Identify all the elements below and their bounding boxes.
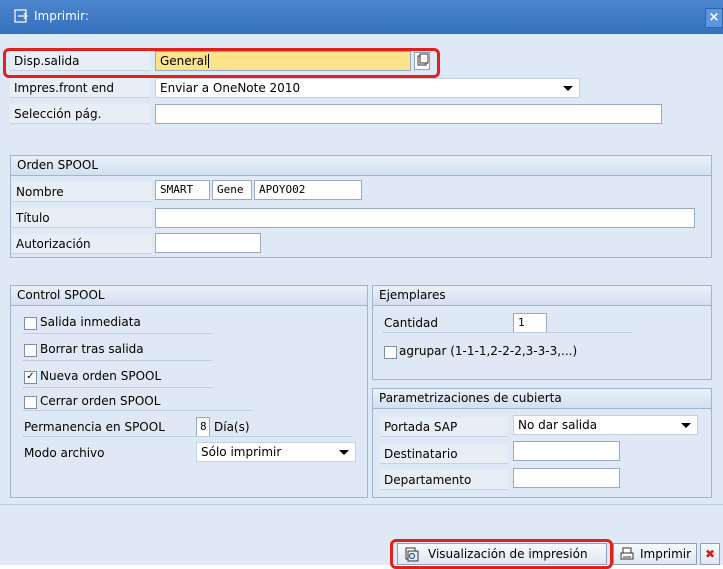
checkmark-icon: ✓ (26, 371, 35, 382)
divider (22, 436, 352, 437)
new-spool-request-label: Nueva orden SPOOL (40, 369, 162, 383)
footer-divider (0, 504, 723, 505)
group-copies-checkbox[interactable] (384, 346, 397, 359)
frontend-printer-value: Enviar a OneNote 2010 (160, 81, 301, 95)
new-spool-request-checkbox[interactable]: ✓ (24, 371, 37, 384)
print-dialog-icon (14, 9, 28, 23)
close-button[interactable]: × (705, 8, 723, 28)
frontend-printer-dropdown[interactable]: Enviar a OneNote 2010 (155, 78, 580, 98)
retention-unit: Día(s) (214, 420, 250, 434)
archive-mode-label: Modo archivo (24, 446, 105, 460)
spool-control-title: Control SPOOL (11, 286, 367, 306)
divider (22, 387, 212, 388)
quantity-input[interactable]: 1 (513, 313, 547, 333)
cancel-icon: ✖ (704, 547, 716, 561)
window-title: Imprimir: (34, 9, 89, 23)
cover-settings-title: Parametrizaciones de cubierta (373, 389, 711, 409)
name-label: Nombre (12, 182, 152, 202)
retention-label: Permanencia en SPOOL (24, 420, 165, 434)
name-part-2[interactable]: Gene (212, 180, 252, 200)
delete-after-output-label: Borrar tras salida (40, 342, 144, 356)
print-button[interactable]: Imprimir (613, 543, 697, 565)
recipient-label: Destinatario (380, 444, 508, 464)
cancel-button[interactable]: ✖ (700, 543, 720, 565)
spool-request-title: Orden SPOOL (11, 156, 711, 176)
divider (22, 360, 212, 361)
archive-mode-dropdown[interactable]: Sólo imprimir (196, 442, 356, 462)
sap-cover-value: No dar salida (518, 418, 598, 432)
divider (22, 410, 252, 411)
divider (382, 332, 632, 333)
recipient-input[interactable] (513, 441, 620, 461)
department-label: Departamento (380, 470, 508, 490)
name-part-1[interactable]: SMART (155, 180, 210, 200)
print-label: Imprimir (640, 547, 692, 561)
window-titlebar: Imprimir: × (0, 0, 723, 34)
page-selection-label: Selección pág. (10, 104, 150, 124)
quantity-label: Cantidad (384, 316, 438, 330)
immediate-output-label: Salida inmediata (40, 315, 141, 329)
authorization-label: Autorización (12, 234, 152, 254)
divider (22, 333, 212, 334)
printer-icon (620, 547, 634, 560)
close-spool-request-label: Cerrar orden SPOOL (40, 394, 161, 408)
authorization-input[interactable] (155, 233, 261, 253)
sap-cover-label: Portada SAP (380, 417, 508, 437)
chevron-down-icon (681, 423, 691, 428)
dialog-body: Disp.salida General Impres.front end Env… (0, 34, 723, 569)
chevron-down-icon (563, 86, 573, 91)
page-selection-input[interactable] (155, 104, 662, 124)
output-device-highlight (3, 48, 440, 78)
close-spool-request-checkbox[interactable] (24, 396, 37, 409)
chevron-down-icon (339, 450, 349, 455)
delete-after-output-checkbox[interactable] (24, 344, 37, 357)
department-input[interactable] (513, 468, 620, 488)
frontend-printer-label: Impres.front end (10, 78, 150, 98)
archive-mode-value: Sólo imprimir (201, 445, 282, 459)
title-input[interactable] (155, 208, 695, 228)
immediate-output-checkbox[interactable] (24, 317, 37, 330)
name-part-3[interactable]: APOYO02 (254, 180, 362, 200)
group-copies-label: agrupar (1-1-1,2-2-2,3-3-3,...) (399, 344, 578, 358)
retention-input[interactable]: 8 (196, 417, 210, 437)
title-label: Título (12, 208, 152, 228)
sap-cover-dropdown[interactable]: No dar salida (513, 415, 698, 435)
copies-title: Ejemplares (373, 286, 711, 306)
